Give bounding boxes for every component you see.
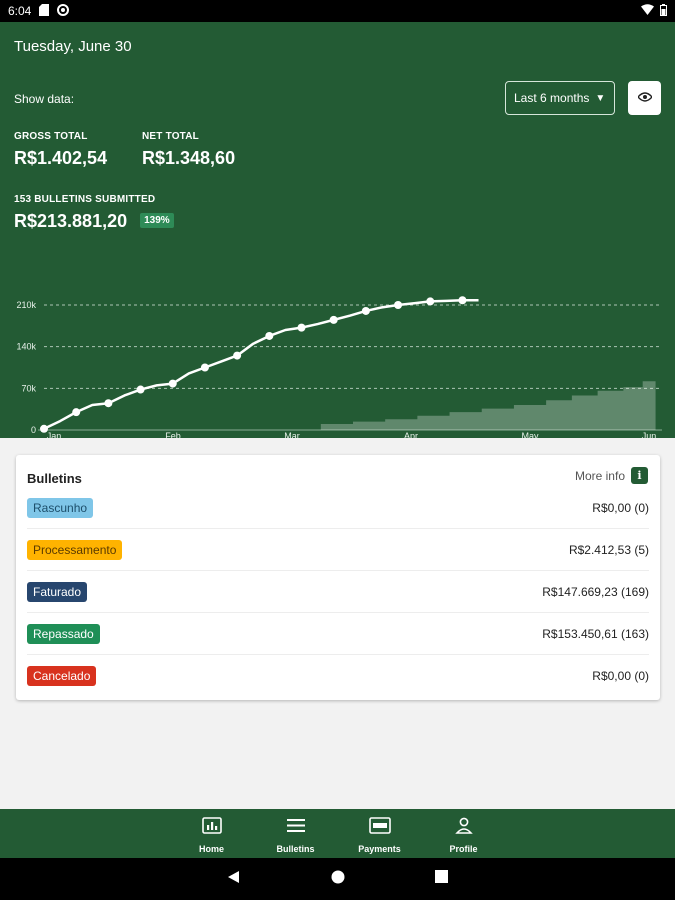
x-tick-label: Feb <box>165 431 181 438</box>
more-info-button[interactable]: More info i <box>575 467 648 484</box>
info-icon: i <box>631 467 648 484</box>
nav-home-label: Home <box>198 844 224 854</box>
chevron-down-icon: ▼ <box>595 92 606 104</box>
recents-square-icon[interactable] <box>435 870 448 888</box>
nav-profile[interactable]: Profile <box>442 809 486 858</box>
home-dashboard-icon <box>201 817 222 839</box>
sync-icon <box>57 3 70 19</box>
more-info-label: More info <box>574 468 625 483</box>
eye-icon <box>636 89 653 107</box>
y-tick-label: 0 <box>31 425 36 435</box>
data-point <box>233 351 242 360</box>
bulletin-amount: R$153.450,61 (163) <box>542 626 649 641</box>
bulletins-submitted: 153 BULLETINS SUBMITTED R$213.881,20 139… <box>14 194 174 232</box>
status-badge: Repassado <box>27 623 100 644</box>
data-point <box>265 331 274 340</box>
y-tick-label: 70k <box>21 383 36 393</box>
net-total: NET TOTAL R$1.348,60 <box>142 131 235 169</box>
back-icon[interactable] <box>227 870 241 889</box>
data-point <box>361 306 370 315</box>
data-point <box>136 385 145 394</box>
system-navigation-bar <box>0 858 675 900</box>
bulletin-row-rascunho[interactable]: Rascunho R$0,00 (0) <box>27 487 649 529</box>
bulletins-card: Bulletins More info i Rascunho R$0,00 (0)… <box>16 455 660 700</box>
data-point <box>426 297 435 306</box>
wifi-icon <box>641 4 654 18</box>
y-tick-label: 140k <box>16 342 36 352</box>
profile-icon <box>454 817 473 839</box>
x-tick-label: Mar <box>284 431 300 438</box>
data-point <box>40 424 48 433</box>
nav-home[interactable]: Home <box>190 809 234 858</box>
list-icon <box>286 817 305 839</box>
toggle-visibility-button[interactable] <box>628 81 661 115</box>
data-point <box>297 323 306 332</box>
period-dropdown-value: Last 6 months <box>514 91 590 105</box>
bulletin-amount: R$147.669,23 (169) <box>542 584 649 599</box>
payments-icon <box>368 817 391 839</box>
battery-icon <box>660 3 667 19</box>
nav-payments-label: Payments <box>358 844 401 854</box>
show-data-label: Show data: <box>14 92 75 106</box>
status-badge: Cancelado <box>27 666 97 686</box>
status-badge: Rascunho <box>27 497 94 518</box>
gross-total-value: R$1.402,54 <box>14 148 108 168</box>
bottom-navigation: Home Bulletins Payments Profile <box>0 809 675 858</box>
data-point <box>329 315 338 324</box>
bulletin-amount: R$0,00 (0) <box>592 500 649 515</box>
bulletins-total-amount: R$213.881,20 <box>14 211 128 231</box>
net-total-label: NET TOTAL <box>142 131 199 142</box>
net-total-value: R$1.348,60 <box>142 148 236 168</box>
x-tick-label: Jun <box>642 431 657 438</box>
status-time: 6:04 <box>8 4 32 18</box>
bulletins-card-title: Bulletins <box>27 471 82 486</box>
x-tick-label: May <box>521 431 539 438</box>
nav-bulletins-label: Bulletins <box>276 844 315 854</box>
area-series <box>320 372 656 430</box>
status-badge: Processamento <box>27 539 123 560</box>
data-point <box>394 301 403 309</box>
dashboard-header: Tuesday, June 30 Show data: Last 6 month… <box>0 22 675 438</box>
status-bar: 6:04 <box>0 0 675 22</box>
nav-payments[interactable]: Payments <box>358 809 402 858</box>
bulletin-row-repassado[interactable]: Repassado R$153.450,61 (163) <box>27 613 649 655</box>
nav-bulletins[interactable]: Bulletins <box>274 809 318 858</box>
x-tick-label: Apr <box>404 431 418 438</box>
gross-total: GROSS TOTAL R$1.402,54 <box>14 131 107 169</box>
cumulative-chart: 0 70k 140k 210k Jan Feb Mar Apr May Jun <box>16 296 662 438</box>
period-dropdown[interactable]: Last 6 months ▼ <box>505 81 615 115</box>
growth-badge: 139% <box>140 212 174 228</box>
bulletin-row-faturado[interactable]: Faturado R$147.669,23 (169) <box>27 571 649 613</box>
bulletin-row-cancelado[interactable]: Cancelado R$0,00 (0) <box>27 655 649 697</box>
line-series <box>43 298 479 430</box>
bulletin-row-processamento[interactable]: Processamento R$2.412,53 (5) <box>27 529 649 571</box>
data-point <box>104 399 113 408</box>
data-point <box>168 379 177 388</box>
data-point <box>200 363 209 372</box>
gross-total-label: GROSS TOTAL <box>14 131 88 142</box>
bulletins-list: Rascunho R$0,00 (0) Processamento R$2.412,5… <box>27 487 649 697</box>
home-circle-icon[interactable] <box>331 870 345 889</box>
bulletin-amount: R$2.412,53 (5) <box>568 542 649 557</box>
bulletins-submitted-value: R$213.881,20 139% <box>14 211 174 232</box>
status-badge: Faturado <box>27 581 88 602</box>
y-tick-label: 210k <box>16 300 36 310</box>
page-title-date: Tuesday, June 30 <box>14 38 132 55</box>
bulletin-amount: R$0,00 (0) <box>592 669 649 683</box>
data-point <box>458 296 467 305</box>
sd-card-icon <box>39 3 50 19</box>
nav-profile-label: Profile <box>449 844 478 854</box>
bulletins-submitted-label: 153 BULLETINS SUBMITTED <box>14 194 156 205</box>
x-tick-label: Jan <box>47 431 62 438</box>
data-point <box>72 408 81 417</box>
